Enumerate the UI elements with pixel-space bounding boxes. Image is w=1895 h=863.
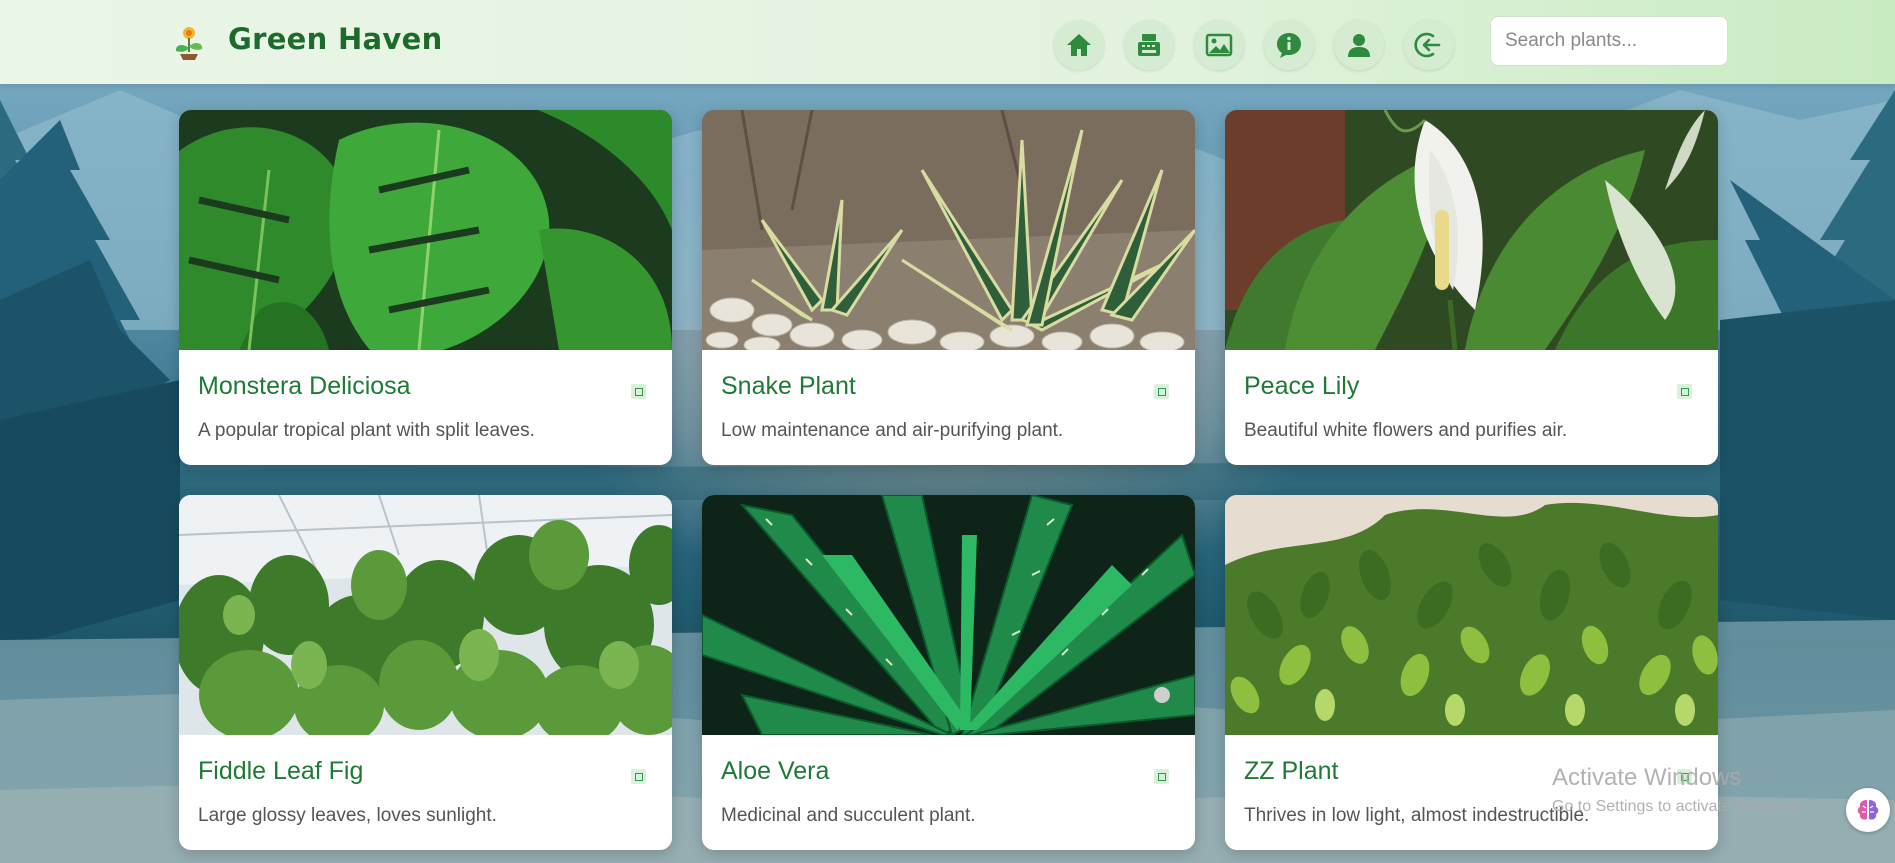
plant-card[interactable]: Snake Plant Low maintenance and air-puri… [702, 110, 1195, 465]
logout-button[interactable] [1404, 20, 1454, 70]
card-title: Peace Lily [1244, 372, 1360, 400]
plant-card[interactable]: Peace Lily Beautiful white flowers and p… [1225, 110, 1718, 465]
plant-image-zz-plant [1225, 495, 1718, 735]
plant-image-fiddle-leaf-fig [179, 495, 672, 735]
select-checkbox[interactable] [1154, 384, 1169, 399]
home-icon [1067, 34, 1091, 56]
floating-assistant-button[interactable] [1846, 788, 1890, 832]
profile-button[interactable] [1334, 20, 1384, 70]
plant-image-snake-plant [702, 110, 1195, 350]
search-input[interactable] [1490, 16, 1728, 66]
info-chat-icon [1277, 33, 1301, 58]
user-icon [1348, 34, 1370, 57]
card-description: A popular tropical plant with split leav… [198, 420, 535, 441]
watermark-title: Activate Windows [1552, 764, 1742, 791]
select-checkbox[interactable] [1154, 769, 1169, 784]
card-description: Thrives in low light, almost indestructi… [1244, 805, 1590, 826]
select-checkbox[interactable] [631, 384, 646, 399]
brand-name[interactable]: Green Haven [228, 22, 443, 56]
select-checkbox[interactable] [631, 769, 646, 784]
plant-image-monstera [179, 110, 672, 350]
plant-card[interactable]: Monstera Deliciosa A popular tropical pl… [179, 110, 672, 465]
home-button[interactable] [1054, 20, 1104, 70]
card-description: Large glossy leaves, loves sunlight. [198, 805, 497, 826]
activate-windows-watermark: Activate Windows Go to Settings to activ… [1552, 764, 1805, 816]
watermark-subtitle: Go to Settings to activate Windows. [1552, 798, 1805, 815]
card-title: Snake Plant [721, 372, 856, 400]
top-navbar: Green Haven [0, 0, 1895, 84]
gallery-button[interactable] [1194, 20, 1244, 70]
plant-card[interactable]: Aloe Vera Medicinal and succulent plant. [702, 495, 1195, 850]
info-button[interactable] [1264, 20, 1314, 70]
plant-image-peace-lily [1225, 110, 1718, 350]
card-description: Beautiful white flowers and purifies air… [1244, 420, 1568, 441]
card-title: Monstera Deliciosa [198, 372, 411, 400]
sprout-flower-icon [175, 27, 203, 60]
select-checkbox[interactable] [1677, 384, 1692, 399]
card-description: Medicinal and succulent plant. [721, 805, 976, 826]
plant-card[interactable]: Fiddle Leaf Fig Large glossy leaves, lov… [179, 495, 672, 850]
card-title: ZZ Plant [1244, 757, 1339, 785]
card-title: Aloe Vera [721, 757, 830, 785]
card-title: Fiddle Leaf Fig [198, 757, 364, 785]
brain-icon [1857, 800, 1879, 820]
logout-icon [1414, 32, 1441, 58]
shop-button[interactable] [1124, 20, 1174, 70]
cash-register-icon [1138, 34, 1160, 56]
plant-image-aloe-vera [702, 495, 1195, 735]
image-icon [1205, 33, 1233, 57]
card-description: Low maintenance and air-purifying plant. [721, 420, 1064, 441]
